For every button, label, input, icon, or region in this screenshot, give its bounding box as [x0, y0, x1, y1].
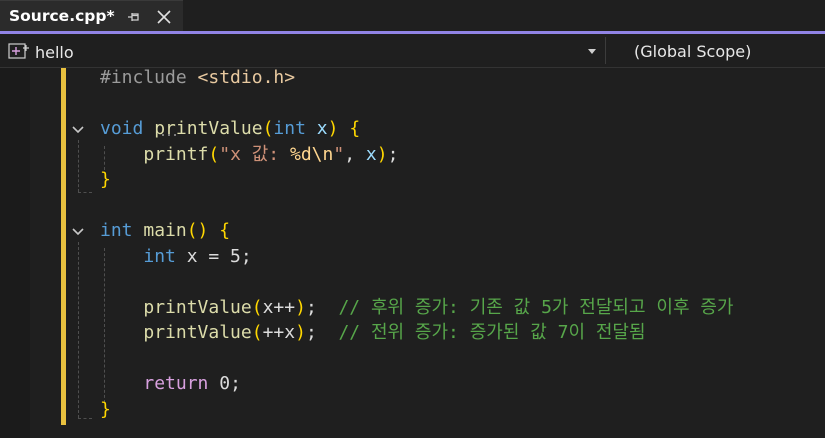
project-icon — [8, 43, 29, 59]
code-token: printf — [143, 143, 209, 165]
code-token: #include — [100, 67, 198, 88]
code-token: ( — [251, 322, 263, 343]
code-token: 0; — [208, 373, 241, 394]
code-token: x — [365, 143, 377, 165]
code-token: { — [349, 118, 361, 139]
code-token: %d\n — [289, 143, 334, 165]
fold-guide-end — [78, 418, 92, 419]
code-line: } — [100, 398, 111, 422]
code-token: x — [316, 118, 328, 139]
chevron-down-icon[interactable] — [588, 49, 596, 54]
code-token: ++x — [262, 322, 296, 343]
code-token: ( — [262, 118, 274, 139]
code-token: return — [143, 373, 209, 394]
code-line: void printValue(int x) { — [100, 117, 360, 141]
code-line: } — [100, 168, 111, 192]
code-token: { — [219, 220, 231, 241]
code-token: int — [143, 245, 176, 267]
code-line: printf("x 값: %d\n", x); — [100, 143, 398, 167]
scope-dropdown[interactable]: (Global Scope) — [634, 42, 751, 61]
code-line: int main() { — [100, 219, 230, 243]
code-line: int x = 5; — [100, 245, 252, 269]
code-line: return 0; — [100, 372, 241, 396]
code-line: #include <stdio.h> — [100, 66, 295, 90]
code-token: void — [100, 118, 144, 139]
code-token: ( — [208, 143, 220, 165]
code-token: " — [333, 143, 345, 165]
code-token: // 후위 증가: 기존 값 5가 전달되고 이후 증가 — [338, 296, 734, 318]
fold-guide-end — [78, 192, 92, 193]
code-editor[interactable]: #include <stdio.h> void printValue(int x)… — [0, 66, 825, 438]
code-token: ) — [295, 322, 306, 343]
fold-guide — [78, 242, 79, 418]
code-token: ( — [251, 296, 263, 318]
navbar-divider — [605, 37, 606, 64]
code-token: ; — [305, 296, 339, 318]
code-token: int — [273, 118, 306, 139]
code-token: printValue — [143, 296, 252, 318]
code-line: printValue(++x); // 전위 증가: 증가된 값 7이 전달됨 — [100, 321, 646, 345]
code-token: , — [344, 143, 366, 165]
project-dropdown[interactable]: hello — [3, 37, 603, 63]
code-token: printValue — [143, 322, 252, 343]
tab-bar: Source.cpp* — [0, 0, 825, 34]
code-token: <stdio.h> — [197, 67, 296, 88]
code-token: } — [100, 398, 111, 420]
code-token: ) — [327, 118, 339, 139]
code-token: x = 5; — [175, 245, 252, 267]
code-token: () — [186, 220, 209, 241]
code-token: } — [100, 169, 111, 190]
fold-guide — [78, 140, 79, 192]
tab-title: Source.cpp* — [9, 7, 115, 25]
code-line: printValue(x++); // 후위 증가: 기존 값 5가 전달되고 … — [100, 296, 733, 320]
code-token: // 전위 증가: 증가된 값 7이 전달됨 — [338, 322, 646, 343]
navigation-bar: hello (Global Scope) — [0, 34, 825, 68]
code-token: "x 값: — [219, 143, 290, 165]
pin-icon[interactable] — [126, 9, 142, 25]
code-token: main — [143, 220, 187, 241]
indicator-margin — [0, 68, 30, 438]
code-token: int — [100, 220, 133, 241]
code-token: printValue — [154, 118, 263, 139]
code-token: x++ — [262, 296, 296, 318]
close-icon[interactable] — [155, 8, 173, 26]
fold-chevron-icon[interactable] — [71, 123, 85, 137]
unsaved-change-bar — [61, 68, 66, 425]
code-token: ) — [295, 296, 306, 318]
tab-source-cpp[interactable]: Source.cpp* — [0, 0, 183, 32]
code-token: ) — [376, 143, 388, 165]
project-name: hello — [35, 43, 74, 62]
fold-chevron-icon[interactable] — [71, 225, 85, 239]
code-token: ; — [387, 143, 399, 165]
code-token: ; — [305, 322, 339, 343]
